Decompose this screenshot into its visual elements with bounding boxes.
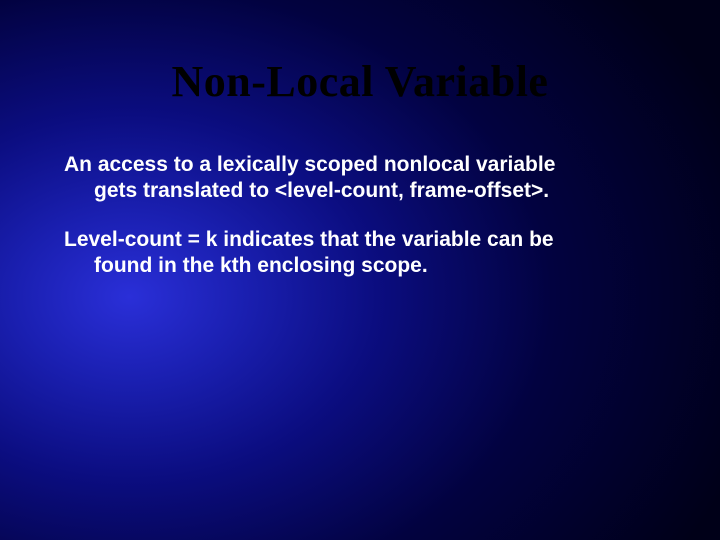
slide: Non-Local Variable An access to a lexica… [0, 0, 720, 540]
paragraph: Level-count = k indicates that the varia… [64, 227, 650, 280]
slide-body: An access to a lexically scoped nonlocal… [64, 152, 650, 301]
paragraph-line: Level-count = k indicates that the varia… [64, 228, 554, 251]
paragraph: An access to a lexically scoped nonlocal… [64, 152, 650, 205]
paragraph-line: gets translated to <level-count, frame-o… [94, 178, 650, 204]
paragraph-line: An access to a lexically scoped nonlocal… [64, 153, 555, 176]
slide-title: Non-Local Variable [0, 56, 720, 107]
paragraph-line: found in the kth enclosing scope. [94, 253, 650, 279]
